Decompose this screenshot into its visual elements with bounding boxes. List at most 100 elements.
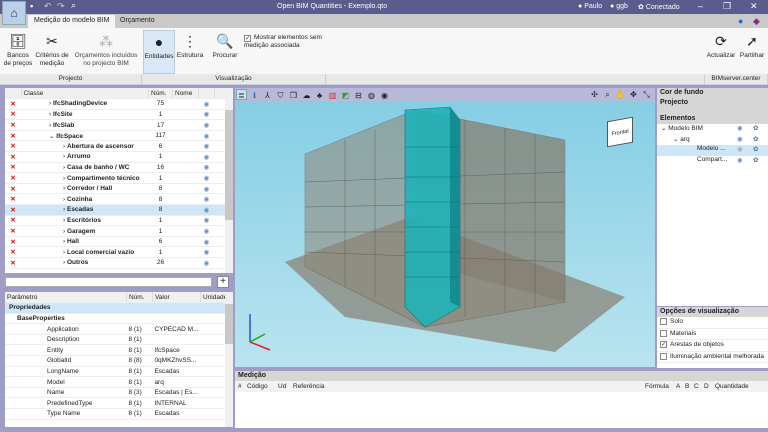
tree-row[interactable]: ✕ › Garagem 1 ◉: [5, 225, 233, 237]
tree-row[interactable]: ✕ › Corredor / Hall 8 ◉: [5, 183, 233, 195]
params-scrollbar[interactable]: [225, 292, 233, 427]
tree-row[interactable]: ✕ › IfcShadingDevice 75 ◉: [5, 98, 233, 110]
tree-row[interactable]: ✕ › Arrumo 1 ◉: [5, 151, 233, 163]
criterios-medicao-button[interactable]: ✂ Critérios de medição: [33, 30, 71, 68]
settings-icon[interactable]: ✿: [753, 156, 758, 164]
medicao-col[interactable]: C: [694, 383, 699, 390]
eye-icon[interactable]: ◉: [737, 156, 743, 164]
help-book-icon[interactable]: ◆: [753, 16, 760, 27]
group-row[interactable]: BaseProperties: [5, 313, 233, 325]
user-paulo[interactable]: ● Paulo: [578, 3, 602, 10]
eye-icon[interactable]: ◉: [198, 257, 215, 269]
col-classe[interactable]: Classe: [21, 88, 149, 100]
chevron-down-icon[interactable]: ⌄: [49, 133, 54, 140]
exclude-icon[interactable]: ✕: [5, 140, 21, 153]
eye-hidden-icon[interactable]: ◉: [737, 145, 743, 153]
save-icon[interactable]: ▪: [30, 1, 33, 11]
estrutura-button[interactable]: ⋮ Estrutura: [176, 30, 204, 60]
section-cor-fundo[interactable]: Cor de fundo: [657, 88, 768, 98]
palette-icon[interactable]: ◍: [366, 90, 377, 101]
exclude-icon[interactable]: ✕: [5, 257, 21, 269]
eye-icon[interactable]: ◉: [198, 98, 215, 110]
medicao-col[interactable]: #: [238, 383, 242, 390]
exclude-icon[interactable]: ✕: [5, 183, 21, 195]
chevron-right-icon[interactable]: ›: [49, 122, 51, 129]
param-row[interactable]: Application 8 (1) CYPECAD M...: [5, 323, 233, 335]
eye-icon[interactable]: ◉: [198, 246, 215, 258]
eye-icon[interactable]: ◉: [198, 109, 215, 121]
tree-scrollbar[interactable]: [225, 88, 233, 273]
view-cube[interactable]: Frontal: [607, 116, 633, 148]
section-icon[interactable]: ▥: [327, 90, 338, 101]
view-option[interactable]: ✓ Arestas de objetos: [657, 340, 768, 352]
chevron-right-icon[interactable]: ›: [63, 259, 65, 266]
exclude-icon[interactable]: ✕: [5, 151, 21, 163]
col-num[interactable]: Núm.: [148, 88, 173, 100]
eye-icon[interactable]: ◉: [198, 193, 215, 206]
zoom-window-icon[interactable]: ⌕: [602, 89, 613, 100]
actualizar-button[interactable]: ⟳ Actualizar: [706, 30, 736, 60]
view-option[interactable]: Iluminação ambiental melhorada: [657, 352, 768, 363]
orbit-icon[interactable]: ✥: [628, 89, 639, 100]
eye-icon[interactable]: ◉: [198, 215, 215, 227]
3d-viewport[interactable]: Frontal: [235, 102, 655, 367]
eye-icon[interactable]: ◉: [198, 130, 215, 142]
medicao-col[interactable]: Ud: [278, 383, 286, 390]
redo-icon[interactable]: ↷: [57, 1, 65, 12]
view-option[interactable]: Solo: [657, 317, 768, 329]
exclude-icon[interactable]: ✕: [5, 246, 21, 258]
tree-row[interactable]: ✕ › Compartimento técnico 1 ◉: [5, 172, 233, 184]
col-valor[interactable]: Valor: [152, 292, 202, 304]
exclude-icon[interactable]: ✕: [5, 204, 21, 216]
cube-icon[interactable]: ❒: [288, 90, 299, 101]
param-row[interactable]: PredefinedType 8 (1) INTERNAL: [5, 397, 233, 410]
chevron-right-icon[interactable]: ›: [63, 164, 65, 171]
view-option[interactable]: Materiais: [657, 329, 768, 340]
col-num[interactable]: Núm.: [126, 292, 153, 304]
medicao-col[interactable]: D: [704, 383, 709, 390]
chevron-right-icon[interactable]: ›: [49, 111, 51, 118]
checkbox-checked[interactable]: ✓: [244, 35, 251, 42]
exclude-icon[interactable]: ✕: [5, 236, 21, 248]
tree-row[interactable]: ✕ › Abertura de ascensor 6 ◉: [5, 140, 233, 153]
tree-row[interactable]: ✕ › Escritórios 1 ◉: [5, 215, 233, 227]
orcamentos-incluidos-button[interactable]: ⁂ Orçamentos incluídos no projecto BIM: [72, 30, 140, 68]
zoom-extents-icon[interactable]: ✣: [589, 89, 600, 100]
chevron-right-icon[interactable]: ›: [63, 249, 65, 256]
chevron-right-icon[interactable]: ›: [63, 185, 65, 192]
maximize-button[interactable]: ❐: [723, 1, 731, 12]
chevron-right-icon[interactable]: ›: [63, 238, 65, 245]
medicao-col[interactable]: Referência: [293, 383, 324, 390]
param-row[interactable]: GlobalId 8 (8) 0qMKZhvSS...: [5, 355, 233, 367]
fit-icon[interactable]: ⤡: [641, 89, 652, 100]
exclude-icon[interactable]: ✕: [5, 130, 21, 142]
tree-row[interactable]: ✕ › Local comercial vazio 1 ◉: [5, 246, 233, 258]
search-icon[interactable]: ⌕: [71, 0, 76, 11]
element-item[interactable]: Modelo ... ◉ ✿: [657, 145, 768, 156]
tree-row[interactable]: ✕ › Outros 26 ◉: [5, 257, 233, 269]
info-icon[interactable]: ℹ: [249, 90, 260, 101]
minimize-button[interactable]: –: [698, 1, 703, 11]
col-parametro[interactable]: Parâmetro: [5, 292, 127, 304]
eye-icon[interactable]: ◉: [198, 236, 215, 248]
exclude-icon[interactable]: ✕: [5, 162, 21, 174]
checkbox[interactable]: [660, 318, 667, 325]
clip-icon[interactable]: ⊟: [353, 90, 364, 101]
eye-icon[interactable]: ◉: [198, 204, 215, 216]
param-row[interactable]: Name 8 (3) Escadas | Es...: [5, 387, 233, 399]
close-button[interactable]: ✕: [750, 1, 758, 12]
add-button[interactable]: +: [217, 276, 229, 288]
tree-row[interactable]: ✕ › Casa de banho / WC 16 ◉: [5, 162, 233, 174]
chevron-right-icon[interactable]: ›: [63, 206, 65, 213]
tab-orcamento[interactable]: Orçamento: [114, 15, 161, 28]
medicao-col[interactable]: Código: [247, 383, 268, 390]
procurar-button[interactable]: 🔍 Procurar: [210, 30, 240, 60]
tree-row[interactable]: ✕ › Hall 6 ◉: [5, 236, 233, 248]
checkbox[interactable]: ✓: [660, 341, 667, 348]
tab-medicao[interactable]: Medição do modelo BIM: [28, 15, 116, 28]
chevron-right-icon[interactable]: ›: [63, 175, 65, 182]
shield-icon[interactable]: ⛉: [275, 90, 286, 101]
tree-row[interactable]: ✕ › IfcSite 1 ◉: [5, 109, 233, 121]
eye-icon[interactable]: ◉: [198, 162, 215, 174]
chevron-right-icon[interactable]: ›: [63, 196, 65, 203]
